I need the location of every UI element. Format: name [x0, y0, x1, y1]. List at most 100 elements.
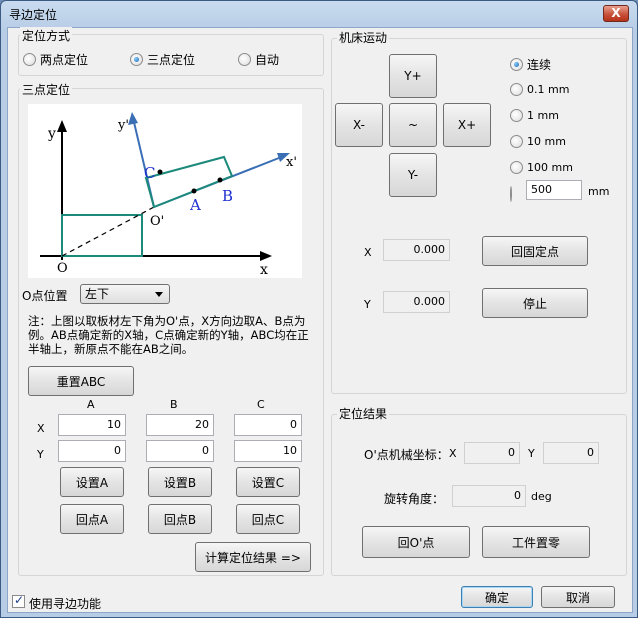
positioning-diagram: y x O y' x' O' A B C [28, 104, 302, 278]
result-x-label: X [449, 447, 457, 460]
result-group-title: 定位结果 [337, 405, 390, 422]
b-y-input[interactable]: 0 [146, 440, 214, 462]
step-custom-unit: mm [588, 185, 610, 198]
radio-label: 0.1 mm [527, 83, 570, 96]
radio-circle [510, 83, 523, 96]
mode-two-point-radio[interactable]: 两点定位 [23, 51, 88, 68]
radio-circle [510, 58, 523, 71]
goto-c-button[interactable]: 回点C [236, 504, 300, 534]
title-bar[interactable]: 寻边定位 X [1, 1, 637, 27]
machine-y-value: 0.000 [383, 291, 450, 313]
point-b-dot [217, 177, 223, 183]
machine-x-value: 0.000 [383, 239, 450, 261]
step-custom-radio[interactable] [510, 186, 512, 202]
rotation-angle-unit: deg [531, 490, 552, 503]
result-y-value: 0 [543, 442, 599, 464]
rotation-angle-value: 0 [452, 485, 526, 507]
cancel-button[interactable]: 取消 [541, 586, 615, 608]
set-a-button[interactable]: 设置A [60, 467, 124, 497]
goto-a-button[interactable]: 回点A [60, 504, 124, 534]
c-y-input[interactable]: 10 [234, 440, 302, 462]
radio-label: 三点定位 [147, 53, 196, 67]
radio-label: 10 mm [527, 135, 566, 148]
jog-y-plus-button[interactable]: Y+ [389, 54, 437, 98]
diagram-note: 注：上图以取板材左下角为O'点，X方向边取A、B点为例。AB点确定新的X轴，C点… [28, 314, 309, 356]
window-title: 寻边定位 [9, 8, 58, 22]
mode-group-title: 定位方式 [20, 27, 73, 44]
step-custom-input[interactable]: 500 [526, 180, 582, 200]
machine-motion-group-title: 机床运动 [337, 29, 390, 46]
col-a-header: A [87, 398, 95, 411]
step-1mm-radio[interactable]: 1 mm [510, 109, 559, 122]
checkmark-icon: ✓ [14, 593, 25, 607]
step-10mm-radio[interactable]: 10 mm [510, 135, 566, 148]
chevron-down-icon [155, 292, 163, 297]
radio-label: 自动 [255, 53, 280, 67]
goto-o-prime-button[interactable]: 回O'点 [362, 526, 470, 558]
row-x-label: X [37, 422, 45, 435]
result-x-value: 0 [464, 442, 520, 464]
o-prime-label: O' [150, 214, 164, 229]
point-c-label: C [144, 164, 155, 182]
origin-label: O [57, 261, 68, 276]
radio-circle [510, 135, 523, 148]
step-0.1mm-radio[interactable]: 0.1 mm [510, 83, 569, 96]
radio-circle [510, 161, 523, 174]
radio-label: 100 mm [527, 161, 573, 174]
rotation-angle-label: 旋转角度： [384, 492, 445, 506]
row-y-label: Y [37, 448, 44, 461]
radio-label: 1 mm [527, 109, 559, 122]
origin-position-value: 左下 [85, 287, 110, 301]
col-b-header: B [170, 398, 178, 411]
y-prime-label: y' [117, 118, 129, 133]
stop-button[interactable]: 停止 [482, 288, 588, 318]
b-x-input[interactable]: 20 [146, 414, 214, 436]
close-button[interactable]: X [603, 5, 629, 22]
jog-x-plus-button[interactable]: X+ [443, 103, 491, 147]
col-c-header: C [257, 398, 265, 411]
point-c-dot [157, 169, 163, 175]
origin-position-select[interactable]: 左下 [80, 284, 170, 304]
mode-auto-radio[interactable]: 自动 [238, 51, 279, 68]
use-edge-finding-checkbox[interactable]: ✓ [12, 593, 25, 608]
y-axis-label: y [47, 126, 56, 142]
point-b-label: B [222, 187, 233, 205]
point-a-dot [191, 188, 197, 194]
jog-y-minus-button[interactable]: Y- [389, 153, 437, 197]
three-point-group-title: 三点定位 [20, 81, 73, 98]
home-fixed-point-button[interactable]: 回固定点 [482, 236, 588, 266]
ok-button[interactable]: 确定 [461, 586, 533, 608]
step-continuous-radio[interactable]: 连续 [510, 56, 551, 73]
c-x-input[interactable]: 0 [234, 414, 302, 436]
x-prime-label: x' [286, 155, 297, 170]
radio-circle [23, 53, 36, 66]
step-100mm-radio[interactable]: 100 mm [510, 161, 573, 174]
radio-label: 两点定位 [40, 53, 89, 67]
radio-circle [510, 109, 523, 122]
reset-abc-button[interactable]: 重置ABC [28, 366, 134, 396]
radio-circle [130, 53, 143, 66]
machine-x-label: X [364, 246, 372, 259]
x-axis-label: x [260, 262, 268, 278]
radio-label: 连续 [527, 58, 552, 72]
dialog-body: 定位方式 两点定位 三点定位 自动 三点定位 y x O y' x' O' A … [7, 27, 633, 613]
origin-position-label: O点位置 [22, 289, 68, 303]
mode-three-point-radio[interactable]: 三点定位 [130, 51, 195, 68]
o-prime-coord-label: O'点机械坐标： [364, 448, 449, 462]
result-y-label: Y [528, 447, 535, 460]
point-a-label: A [189, 196, 201, 214]
machine-y-label: Y [364, 298, 371, 311]
machine-motion-group [331, 38, 627, 394]
radio-circle [238, 53, 251, 66]
set-c-button[interactable]: 设置C [236, 467, 300, 497]
use-edge-finding-label: 使用寻边功能 [29, 597, 102, 611]
workpiece-zero-button[interactable]: 工件置零 [482, 526, 590, 558]
jog-x-minus-button[interactable]: X- [335, 103, 383, 147]
goto-b-button[interactable]: 回点B [148, 504, 212, 534]
a-y-input[interactable]: 0 [58, 440, 126, 462]
compute-result-button[interactable]: 计算定位结果 => [195, 542, 311, 572]
dialog-window: 寻边定位 X 定位方式 两点定位 三点定位 自动 三点定位 y x O y' x… [0, 0, 638, 618]
set-b-button[interactable]: 设置B [148, 467, 212, 497]
a-x-input[interactable]: 10 [58, 414, 126, 436]
jog-center-button[interactable]: ~ [389, 103, 437, 147]
